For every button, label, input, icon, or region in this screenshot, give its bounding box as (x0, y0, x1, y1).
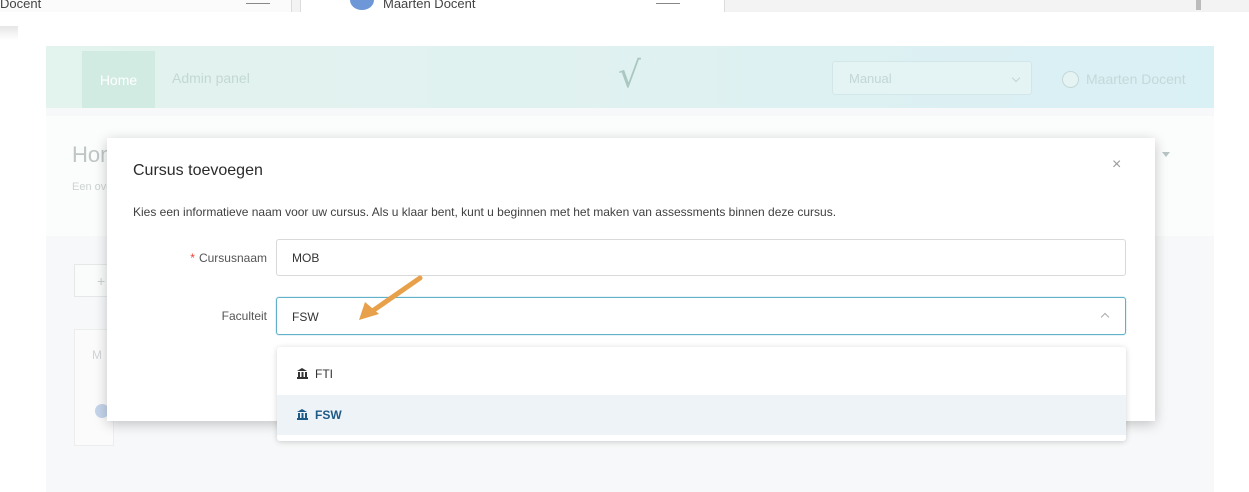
bank-icon (297, 368, 308, 379)
faculty-option-label: FTI (315, 367, 333, 381)
close-icon[interactable]: × (1112, 156, 1121, 174)
nav-home[interactable]: Home (82, 51, 155, 108)
faculty-option-fsw[interactable]: FSW (277, 395, 1126, 435)
previous-panel-left: Docent (0, 0, 292, 12)
page-subtitle: Een overzicht (72, 181, 108, 193)
logo-icon: √ (618, 55, 641, 96)
chevron-down-icon (246, 0, 270, 4)
course-name-label-text: Cursusnaam (198, 251, 267, 265)
chevron-up-icon (1100, 312, 1110, 322)
chevron-down-icon (656, 0, 680, 4)
user-avatar-icon[interactable] (1062, 71, 1079, 88)
course-name-input[interactable]: MOB (276, 239, 1126, 276)
previous-panel-edge (0, 26, 18, 40)
previous-user-label-left: Docent (0, 0, 42, 11)
faculty-option-fti[interactable]: FTI (277, 354, 1126, 394)
nav-admin-panel[interactable]: Admin panel (172, 70, 250, 86)
navbar: Home Admin panel √ Manual Maarten Docent (46, 46, 1214, 108)
modal-description: Kies een informatieve naam voor uw cursu… (133, 205, 837, 219)
course-card-title: M (92, 348, 102, 362)
course-name-label: * Cursusnaam (179, 251, 267, 265)
chevron-down-icon (1011, 73, 1021, 83)
annotation-arrow-icon (359, 275, 423, 320)
faculty-dropdown-menu: FTI FSW (277, 347, 1126, 441)
course-name-value: MOB (292, 251, 320, 265)
bank-icon (297, 409, 308, 420)
previous-screen-strip: Docent Maarten Docent (0, 0, 1249, 12)
chevron-down-icon[interactable] (1162, 152, 1170, 157)
page-title: Home (72, 142, 108, 167)
role-select-value: Manual (849, 71, 892, 86)
faculty-option-label: FSW (315, 408, 342, 422)
scrollbar-thumb (1196, 0, 1201, 10)
required-mark: * (190, 251, 195, 265)
faculty-select-value: FSW (292, 310, 319, 324)
previous-user-label-mid: Maarten Docent (383, 0, 476, 11)
modal-title: Cursus toevoegen (133, 162, 263, 179)
role-select[interactable]: Manual (832, 61, 1032, 95)
faculty-label: Faculteit (221, 309, 267, 323)
user-name[interactable]: Maarten Docent (1086, 71, 1186, 87)
